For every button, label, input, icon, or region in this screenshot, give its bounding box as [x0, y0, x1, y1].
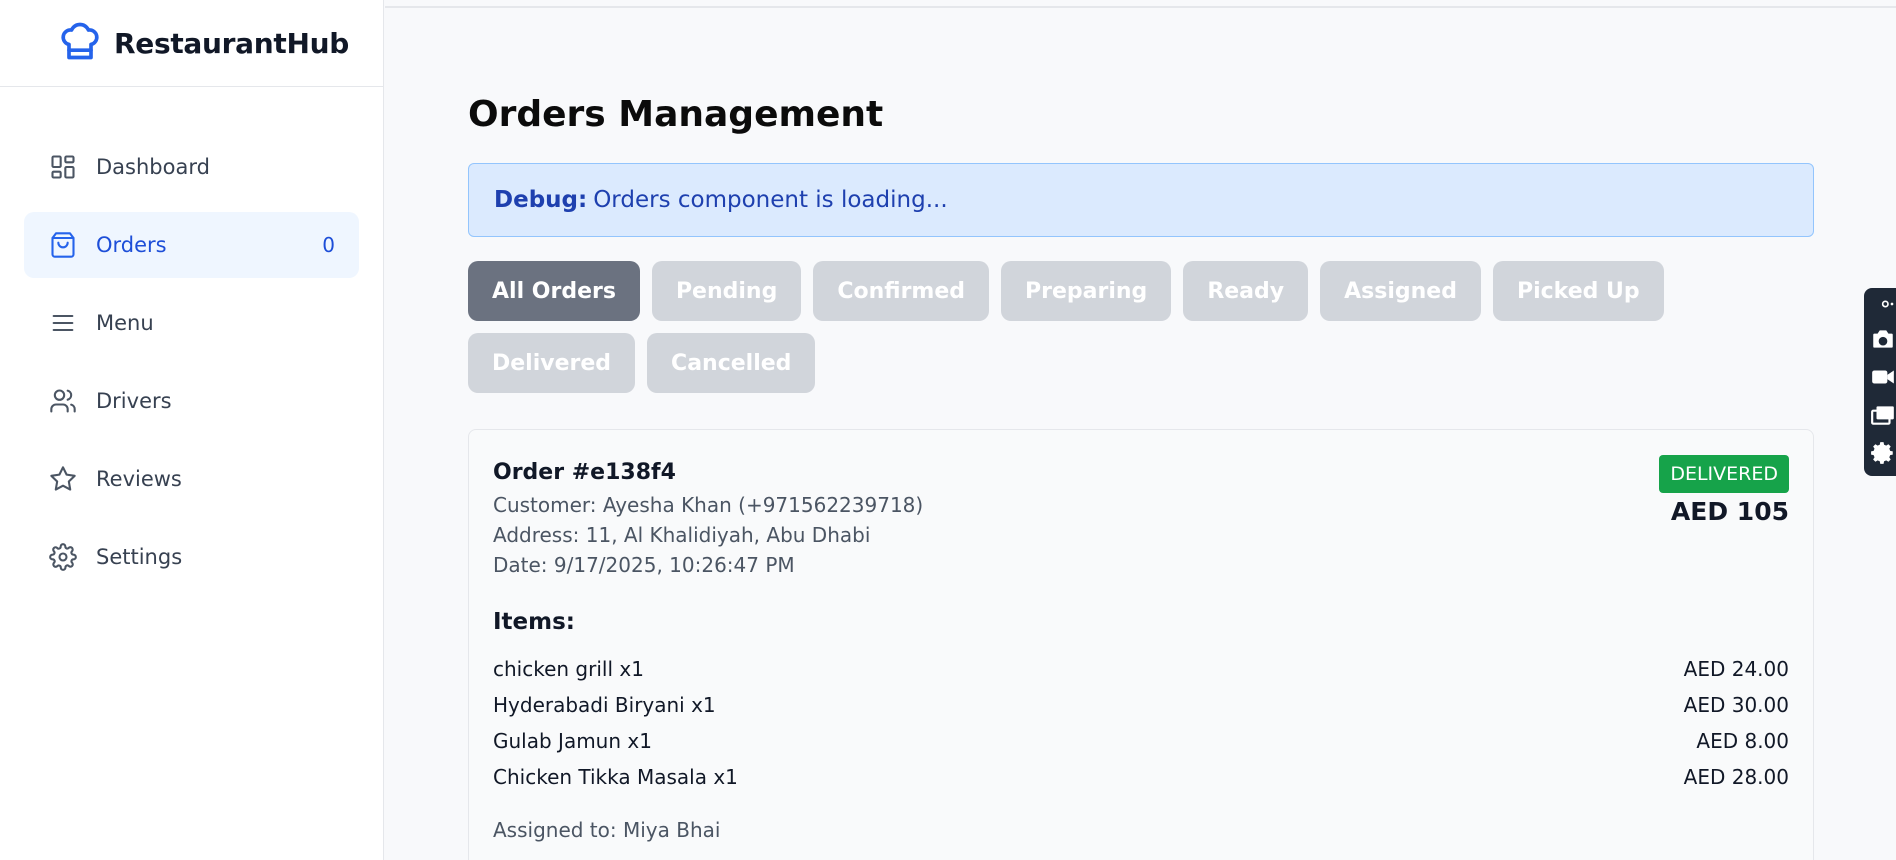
items-heading: Items: [493, 609, 576, 635]
filter-picked-up[interactable]: Picked Up [1492, 261, 1664, 321]
star-icon [48, 464, 78, 494]
list-item: Hyderabadi Biryani x1 AED 30.00 [493, 693, 1789, 717]
brand[interactable]: RestaurantHub [0, 0, 383, 87]
sidebar-item-dashboard[interactable]: Dashboard [24, 134, 359, 200]
status-filter-bar: All Orders Pending Confirmed Preparing R… [468, 261, 1814, 393]
filter-delivered[interactable]: Delivered [468, 333, 636, 393]
shopping-bag-icon [48, 230, 78, 260]
orders-count-badge: 0 [322, 233, 335, 257]
menu-icon [48, 308, 78, 338]
gear-icon [48, 542, 78, 572]
order-id: Order #e138f4 [493, 460, 676, 485]
camera-icon[interactable] [1864, 320, 1896, 358]
dashboard-icon [48, 152, 78, 182]
item-name: Chicken Tikka Masala x1 [493, 765, 738, 789]
item-name: Hyderabadi Biryani x1 [493, 693, 716, 717]
item-price: AED 8.00 [1696, 729, 1789, 753]
sidebar-item-label: Orders [96, 233, 167, 257]
item-price: AED 28.00 [1683, 765, 1789, 789]
sidebar-item-label: Settings [96, 545, 183, 569]
debug-banner: Debug: Orders component is loading... [468, 163, 1814, 237]
page-title: Orders Management [468, 94, 884, 135]
assigned-driver: Assigned to: Miya Bhai [493, 818, 721, 842]
sidebar-item-label: Menu [96, 311, 154, 335]
list-item: chicken grill x1 AED 24.00 [493, 657, 1789, 681]
sidebar-item-orders[interactable]: Orders 0 [24, 212, 359, 278]
users-icon [48, 386, 78, 416]
filter-cancelled[interactable]: Cancelled [647, 333, 816, 393]
item-price: AED 30.00 [1683, 693, 1789, 717]
link-icon[interactable] [1864, 288, 1896, 320]
filter-ready[interactable]: Ready [1183, 261, 1309, 321]
sidebar-item-settings[interactable]: Settings [24, 524, 359, 590]
top-divider [385, 6, 1896, 8]
debug-message: Orders component is loading... [593, 187, 948, 213]
filter-confirmed[interactable]: Confirmed [813, 261, 990, 321]
gear-icon[interactable] [1864, 434, 1896, 472]
order-address: Address: 11, Al Khalidiyah, Abu Dhabi [493, 523, 871, 547]
sidebar-item-label: Drivers [96, 389, 172, 413]
filter-pending[interactable]: Pending [651, 261, 802, 321]
sidebar-item-label: Reviews [96, 467, 182, 491]
list-item: Chicken Tikka Masala x1 AED 28.00 [493, 765, 1789, 789]
sidebar-item-menu[interactable]: Menu [24, 290, 359, 356]
filter-all-orders[interactable]: All Orders [468, 261, 640, 321]
order-card: Order #e138f4 Customer: Ayesha Khan (+97… [468, 429, 1814, 860]
capture-toolbar [1864, 288, 1896, 476]
debug-label: Debug: [494, 187, 588, 213]
order-total: AED 105 [1670, 497, 1789, 526]
order-customer: Customer: Ayesha Khan (+971562239718) [493, 493, 924, 517]
video-icon[interactable] [1864, 358, 1896, 396]
sidebar-item-reviews[interactable]: Reviews [24, 446, 359, 512]
list-item: Gulab Jamun x1 AED 8.00 [493, 729, 1789, 753]
sidebar-item-drivers[interactable]: Drivers [24, 368, 359, 434]
sidebar-item-label: Dashboard [96, 155, 210, 179]
status-badge: DELIVERED [1659, 455, 1789, 493]
order-date: Date: 9/17/2025, 10:26:47 PM [493, 553, 795, 577]
filter-assigned[interactable]: Assigned [1320, 261, 1481, 321]
chef-hat-icon [58, 19, 102, 67]
screen-icon[interactable] [1864, 396, 1896, 434]
sidebar: RestaurantHub Dashboard Orders 0 Menu Dr… [0, 0, 384, 860]
item-price: AED 24.00 [1683, 657, 1789, 681]
item-name: Gulab Jamun x1 [493, 729, 652, 753]
filter-preparing[interactable]: Preparing [1001, 261, 1172, 321]
sidebar-nav: Dashboard Orders 0 Menu Drivers Reviews … [0, 134, 383, 602]
item-name: chicken grill x1 [493, 657, 644, 681]
brand-name: RestaurantHub [114, 26, 349, 60]
